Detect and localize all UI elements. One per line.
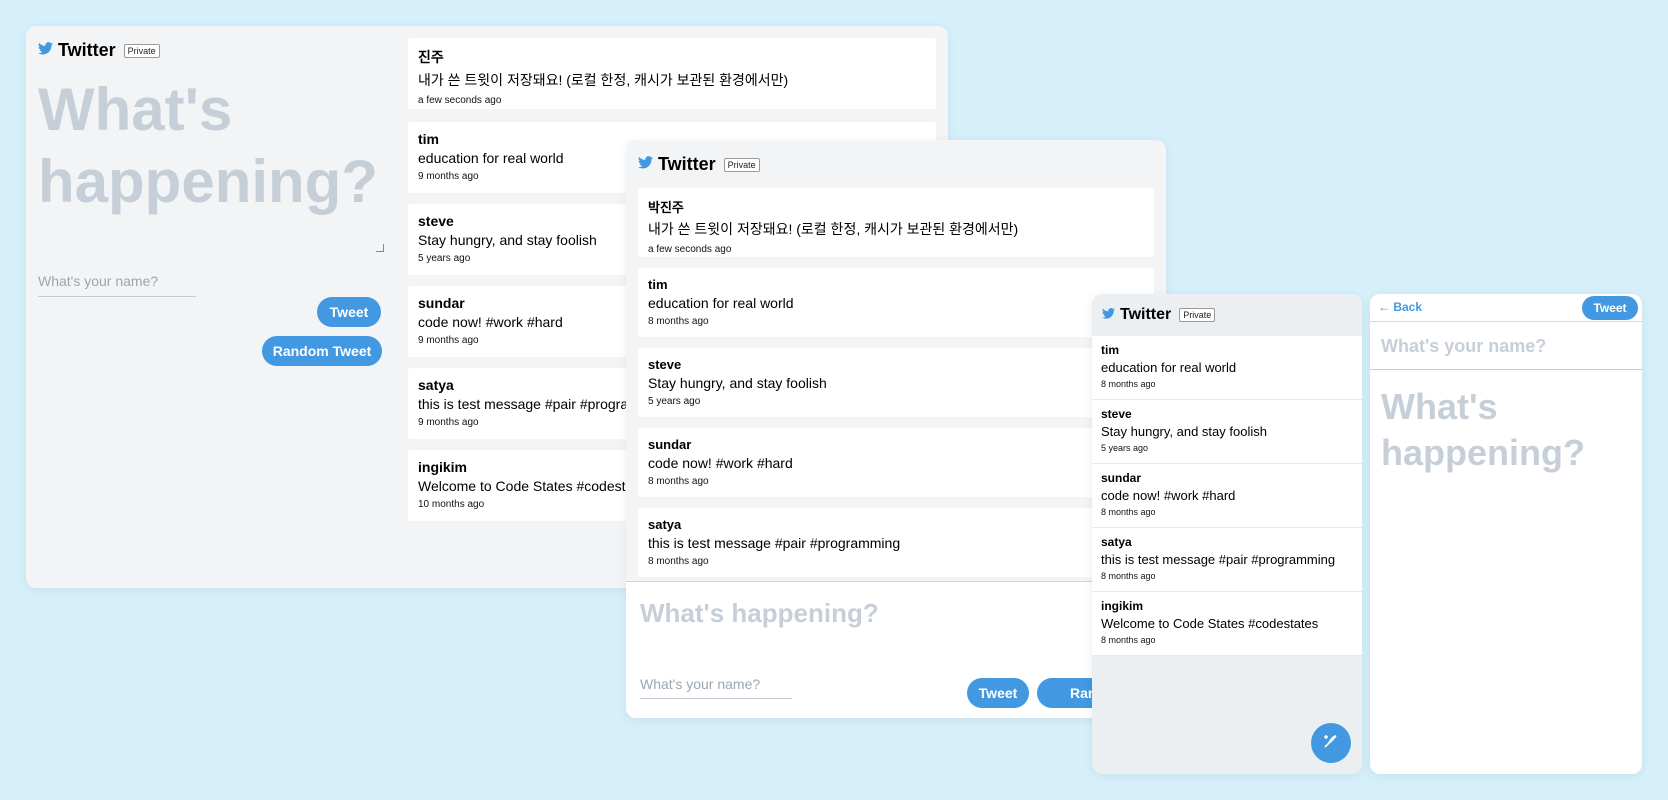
tweet-time: 8 months ago <box>1101 507 1156 517</box>
tweet-author: tim <box>1101 343 1119 357</box>
tweet-time: a few seconds ago <box>418 95 502 106</box>
compose-feather-icon <box>1321 731 1341 756</box>
twitter-bird-icon <box>638 155 653 174</box>
tweet-message: 내가 쓴 트윗이 저장돼요! (로컬 한정, 캐시가 보관된 환경에서만) <box>418 72 789 88</box>
mobile-feed-panel: Twitter Private tim education for real w… <box>1092 294 1362 774</box>
tweet-time: 5 years ago <box>648 396 701 407</box>
textarea-resize-handle[interactable] <box>376 244 384 252</box>
tweet-author: satya <box>1101 535 1132 549</box>
tweet-textarea[interactable]: What's happening? <box>38 74 378 218</box>
name-input[interactable]: What's your name? <box>1370 322 1642 370</box>
tweet-textarea[interactable]: What's happening? <box>1381 384 1631 476</box>
name-input[interactable]: What's your name? <box>640 676 792 699</box>
tweet-time: 5 years ago <box>1101 443 1149 453</box>
compose-area: What's happening? What's your name? Twee… <box>626 581 1166 718</box>
name-input[interactable]: What's your name? <box>38 273 196 297</box>
twitter-bird-icon <box>38 41 53 60</box>
tablet-panel: Twitter Private 박진주 내가 쓴 트윗이 저장돼요! (로컬 한… <box>626 140 1166 718</box>
tweet-time: 8 months ago <box>648 556 709 567</box>
tweet-button[interactable]: Tweet <box>967 678 1029 708</box>
tweet-message: code now! #work #hard <box>1101 488 1236 503</box>
tweet-card[interactable]: tim education for real world 8 months ag… <box>638 268 1154 337</box>
tweet-time: 8 months ago <box>648 316 709 327</box>
mobile-compose-panel: ← Back Tweet What's your name? What's ha… <box>1370 294 1642 774</box>
brand-header: Twitter Private <box>38 40 160 61</box>
tweet-card[interactable]: satya this is test message #pair #progra… <box>1092 528 1362 592</box>
tweet-time: 8 months ago <box>1101 635 1156 645</box>
tweet-list: tim education for real world 8 months ag… <box>1092 336 1362 656</box>
tweet-author: steve <box>1101 407 1132 421</box>
tweet-message: education for real world <box>1101 360 1237 375</box>
tweet-message: education for real world <box>648 295 794 311</box>
tweet-card[interactable]: sundar code now! #work #hard 8 months ag… <box>1092 464 1362 528</box>
tweet-card[interactable]: steve Stay hungry, and stay foolish 5 ye… <box>638 348 1154 417</box>
tweet-author: 박진주 <box>648 200 684 215</box>
tweet-textarea[interactable]: What's happening? <box>640 598 879 629</box>
private-badge: Private <box>723 157 760 172</box>
tweet-card[interactable]: steve Stay hungry, and stay foolish 5 ye… <box>1092 400 1362 464</box>
name-input-placeholder: What's your name? <box>1381 336 1547 356</box>
tweet-time: 8 months ago <box>648 476 709 487</box>
tweet-author: sundar <box>1101 471 1142 485</box>
tweet-time: 8 months ago <box>1101 571 1156 581</box>
compose-header: ← Back Tweet <box>1370 294 1642 322</box>
tweet-author: tim <box>648 277 668 292</box>
tweet-message: Stay hungry, and stay foolish <box>1101 424 1267 439</box>
tweet-button[interactable]: Tweet <box>1582 296 1638 320</box>
tweet-message: Stay hungry, and stay foolish <box>648 375 827 391</box>
tweet-card[interactable]: 박진주 내가 쓴 트윗이 저장돼요! (로컬 한정, 캐시가 보관된 환경에서만… <box>638 188 1154 257</box>
tweet-card[interactable]: 진주 내가 쓴 트윗이 저장돼요! (로컬 한정, 캐시가 보관된 환경에서만)… <box>408 38 936 109</box>
brand-name: Twitter <box>658 154 716 174</box>
tweet-message: this is test message #pair #programming <box>648 535 901 551</box>
tweet-time: 8 months ago <box>1101 379 1156 389</box>
twitter-bird-icon <box>1102 306 1115 324</box>
tweet-message: Welcome to Code States #codestates <box>1101 616 1319 631</box>
tweet-author: sundar <box>648 437 692 452</box>
tweet-author: satya <box>648 517 682 532</box>
brand-header: Twitter Private <box>638 154 760 175</box>
tweet-card[interactable]: tim education for real world 8 months ag… <box>1092 336 1362 400</box>
brand-name: Twitter <box>58 40 116 60</box>
private-badge: Private <box>1179 308 1216 322</box>
tweet-time: a few seconds ago <box>648 244 732 255</box>
tweet-card[interactable]: sundar code now! #work #hard 8 months ag… <box>638 428 1154 497</box>
tweet-author: steve <box>648 357 682 372</box>
private-badge: Private <box>123 43 160 58</box>
tweet-message: 내가 쓴 트윗이 저장돼요! (로컬 한정, 캐시가 보관된 환경에서만) <box>648 221 1019 237</box>
tweet-author: 진주 <box>418 49 444 65</box>
tweet-button[interactable]: Tweet <box>317 297 381 327</box>
tweet-message: code now! #work #hard <box>648 455 793 471</box>
tweet-author: ingikim <box>1101 599 1144 613</box>
compose-fab-button[interactable] <box>1311 723 1351 763</box>
brand-header: Twitter Private <box>1102 306 1216 324</box>
tweet-card[interactable]: ingikim Welcome to Code States #codestat… <box>1092 592 1362 656</box>
back-link[interactable]: ← Back <box>1378 300 1422 314</box>
random-tweet-button[interactable]: Random Tweet <box>262 336 382 366</box>
tweet-card[interactable]: satya this is test message #pair #progra… <box>638 508 1154 577</box>
tweet-message: this is test message #pair #programming <box>1101 552 1336 567</box>
brand-name: Twitter <box>1120 306 1172 323</box>
